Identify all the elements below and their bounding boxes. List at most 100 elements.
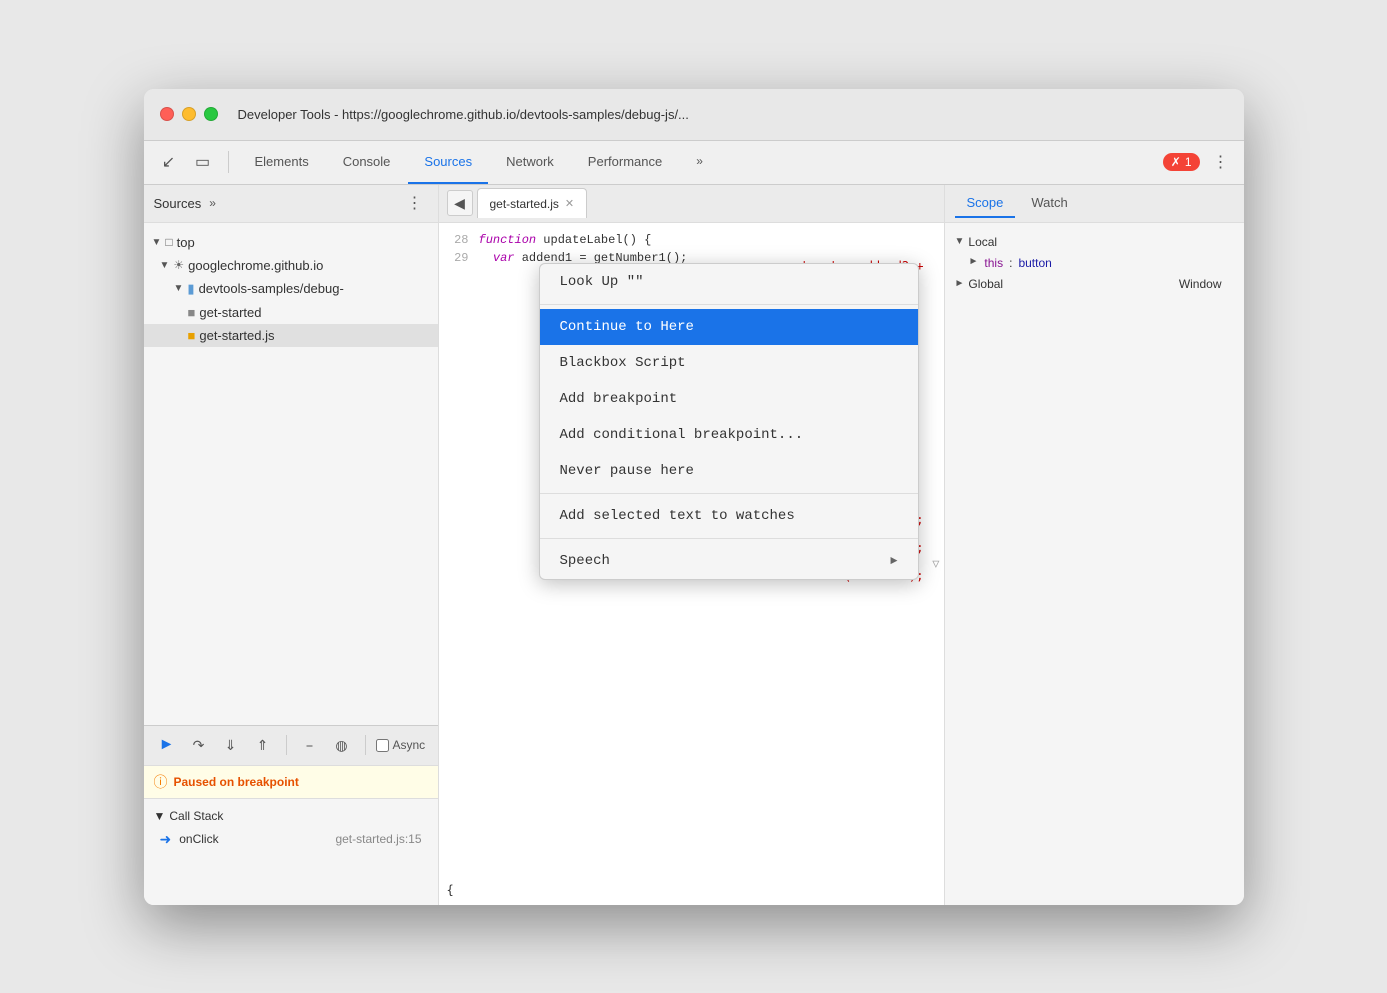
window-title: Developer Tools - https://googlechrome.g… [238,107,1228,122]
async-label: Async [393,738,426,752]
editor-tab-label: get-started.js [490,197,559,211]
context-menu: Look Up "" Continue to Here Blackbox Scr… [539,263,919,580]
nav-tabs: Elements Console Sources Network Perform… [239,140,1159,184]
top-frame-icon: □ [165,235,172,249]
main-content: Sources » ⋮ ▼ □ top ▼ ☀ googlechrome.git… [144,185,1244,905]
sidebar-menu-button[interactable]: ⋮ [402,190,428,216]
previous-edit-button[interactable]: ◀ [447,190,473,216]
scope-tabs: Scope Watch [945,185,1244,223]
ctx-label-blackbox: Blackbox Script [560,355,686,371]
tab-elements[interactable]: Elements [239,140,325,184]
ctx-separator-1 [540,304,918,305]
scroll-indicator[interactable]: ▽ [932,556,939,571]
device-toolbar-button[interactable]: ▭ [188,147,218,177]
code-editor[interactable]: 28 function updateLabel() { 29 var adden… [439,223,944,905]
step-into-button[interactable]: ⇓ [218,732,244,758]
minimize-button[interactable] [182,107,196,121]
tree-label-get-started-js: get-started.js [199,328,274,343]
call-stack-item-onclick[interactable]: ➜ onClick get-started.js:15 [144,827,438,852]
ctx-label-never-pause: Never pause here [560,463,694,479]
debug-bottom-panel: ► ↷ ⇓ ⇑ ⎯ ◍ Async ⓘ Paused on bre [144,725,438,905]
deactivate-breakpoints-button[interactable]: ⎯ [297,732,323,758]
ctx-item-conditional[interactable]: Add conditional breakpoint... [540,417,918,453]
ctx-item-blackbox[interactable]: Blackbox Script [540,345,918,381]
file-tree: ▼ □ top ▼ ☀ googlechrome.github.io ▼ ▮ d… [144,223,438,725]
file-icon-grey: ■ [188,305,196,320]
scope-panel: Scope Watch ▼ Local ► this : button ► Gl… [944,185,1244,905]
tree-item-get-started[interactable]: ■ get-started [144,301,438,324]
titlebar: Developer Tools - https://googlechrome.g… [144,89,1244,141]
tab-network[interactable]: Network [490,140,570,184]
pause-text: Paused on breakpoint [174,775,299,789]
devtools-window: Developer Tools - https://googlechrome.g… [144,89,1244,905]
tree-arrow-folder: ▼ [174,283,184,294]
scope-tab-scope[interactable]: Scope [955,189,1016,218]
ctx-item-never-pause[interactable]: Never pause here [540,453,918,489]
ctx-item-speech[interactable]: Speech ► [540,543,918,579]
tree-label-folder: devtools-samples/debug- [199,281,344,296]
pause-on-exception-button[interactable]: ◍ [329,732,355,758]
main-toolbar: ↙ ▭ Elements Console Sources Network Per… [144,141,1244,185]
sidebar-more-button[interactable]: » [209,196,216,210]
close-tab-button[interactable]: ✕ [565,197,574,210]
line-num-28: 28 [439,231,479,249]
scope-tab-watch[interactable]: Watch [1019,189,1079,218]
step-over-button[interactable]: ↷ [186,732,212,758]
pause-notice: ⓘ Paused on breakpoint [144,766,438,799]
ctx-label-add-watches: Add selected text to watches [560,508,795,524]
tree-item-top[interactable]: ▼ □ top [144,231,438,254]
scope-item-this[interactable]: ► this : button [945,253,1244,273]
line-content-28: function updateLabel() { [479,231,944,249]
file-icon-yellow: ■ [188,328,196,343]
ctx-item-lookup[interactable]: Look Up "" [540,264,918,300]
ctx-label-speech: Speech [560,553,610,569]
sidebar-title: Sources [154,196,202,211]
call-stack-loc: get-started.js:15 [335,832,421,846]
traffic-lights [160,107,218,121]
tree-item-domain[interactable]: ▼ ☀ googlechrome.github.io [144,254,438,277]
call-stack-label: Call Stack [169,809,223,823]
close-button[interactable] [160,107,174,121]
ctx-item-add-breakpoint[interactable]: Add breakpoint [540,381,918,417]
domain-icon: ☀ [173,258,184,272]
ctx-item-add-watches[interactable]: Add selected text to watches [540,498,918,534]
ctx-item-continue[interactable]: Continue to Here [540,309,918,345]
sidebar-header: Sources » ⋮ [144,185,438,223]
tree-label-get-started: get-started [199,305,261,320]
call-stack-title: ▼ Call Stack [144,805,438,827]
maximize-button[interactable] [204,107,218,121]
async-checkbox[interactable] [376,739,389,752]
tree-arrow-top: ▼ [152,237,162,248]
editor-tab-get-started-js[interactable]: get-started.js ✕ [477,188,588,218]
scope-global-value: Window [1179,277,1222,291]
cursor-tool-button[interactable]: ↙ [154,147,184,177]
call-stack-arrow: ▼ [154,809,166,823]
ctx-label-lookup: Look Up "" [560,274,644,290]
tab-more-button[interactable]: » [680,140,719,184]
tree-item-get-started-js[interactable]: ■ get-started.js [144,324,438,347]
code-line-28: 28 function updateLabel() { [439,231,944,249]
scope-this-value: button [1018,256,1051,270]
tree-label-top: top [177,235,195,250]
ctx-label-add-breakpoint: Add breakpoint [560,391,678,407]
ctx-speech-arrow: ► [890,554,897,568]
ctx-label-conditional: Add conditional breakpoint... [560,427,804,443]
tab-performance[interactable]: Performance [572,140,678,184]
scope-this-key: this [984,256,1003,270]
error-badge: ✗ 1 [1163,153,1200,171]
scope-this-arrow: ► [969,256,979,270]
step-out-button[interactable]: ⇑ [250,732,276,758]
call-stack-section: ▼ Call Stack ➜ onClick get-started.js:15 [144,799,438,858]
tab-sources[interactable]: Sources [408,140,488,184]
resume-button[interactable]: ► [154,732,180,758]
settings-button[interactable]: ⋮ [1208,149,1234,175]
ctx-separator-3 [540,538,918,539]
ctx-separator-2 [540,493,918,494]
editor-area: ◀ get-started.js ✕ 28 function updateLab… [439,185,944,905]
debug-controls: ► ↷ ⇓ ⇑ ⎯ ◍ Async [144,726,438,766]
tab-console[interactable]: Console [327,140,407,184]
scope-global-title: ► Global Window [945,273,1244,295]
call-stack-fn: onClick [179,832,327,846]
toolbar-right: ✗ 1 ⋮ [1163,149,1234,175]
tree-item-folder[interactable]: ▼ ▮ devtools-samples/debug- [144,277,438,301]
